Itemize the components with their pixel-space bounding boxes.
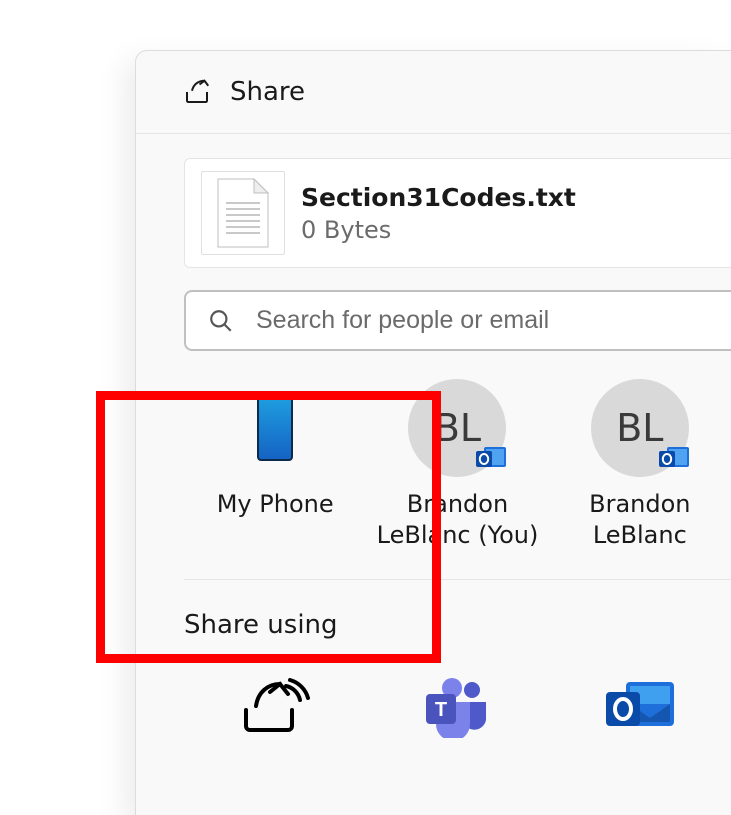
teams-icon: T [422, 678, 492, 738]
phone-icon [257, 395, 293, 461]
dialog-title: Share [230, 77, 305, 107]
text-file-icon [201, 171, 285, 255]
nearby-sharing-icon [240, 678, 310, 734]
outlook-badge-icon [474, 443, 508, 473]
file-card: Section31Codes.txt 0 Bytes [184, 158, 731, 268]
app-outlook[interactable] [549, 678, 731, 738]
outlook-badge-icon [657, 443, 691, 473]
file-size: 0 Bytes [301, 216, 576, 244]
file-name: Section31Codes.txt [301, 183, 576, 212]
share-dialog: Share Section31Codes.txt 0 Bytes [135, 50, 731, 815]
apps-row: T [184, 678, 731, 738]
dialog-header: Share [136, 51, 731, 134]
share-using-heading: Share using [184, 610, 731, 640]
share-using-section: Share using [184, 610, 731, 738]
outlook-icon [602, 678, 678, 738]
app-nearby-sharing[interactable] [184, 678, 366, 738]
search-icon [208, 308, 234, 334]
svg-text:T: T [435, 699, 447, 721]
target-my-phone[interactable]: My Phone [184, 379, 366, 551]
search-box[interactable] [184, 290, 731, 351]
target-contact[interactable]: BL Brandon LeBlanc [549, 379, 731, 551]
target-label: My Phone [217, 489, 334, 520]
target-label: Brandon LeBlanc [550, 489, 730, 551]
app-teams[interactable]: T [366, 678, 548, 738]
target-label: Brandon LeBlanc (You) [367, 489, 547, 551]
share-icon [182, 77, 212, 107]
search-input[interactable] [256, 306, 709, 335]
target-contact-self[interactable]: BL Brandon LeBlanc (You) [366, 379, 548, 551]
share-targets-row: My Phone BL Brandon LeBlanc (You) [184, 379, 731, 580]
